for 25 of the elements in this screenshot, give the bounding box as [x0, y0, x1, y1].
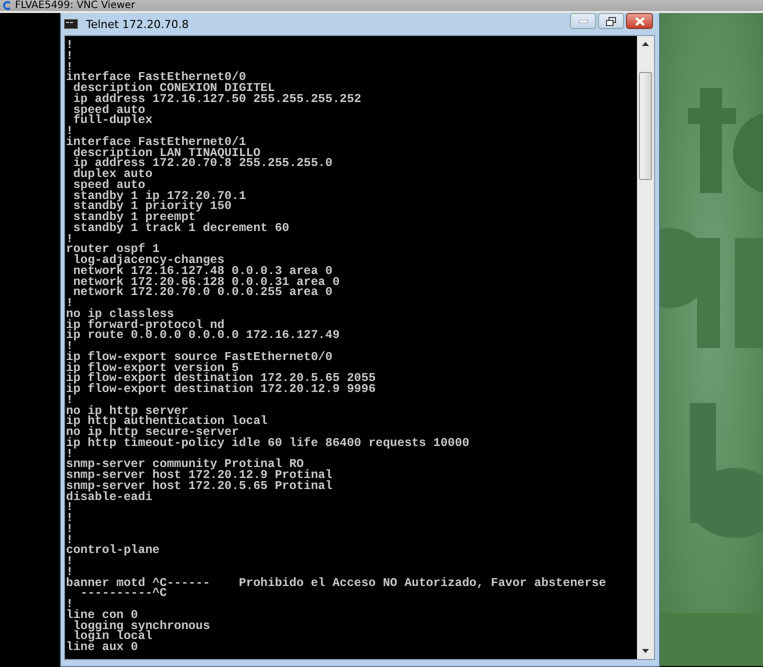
scrollbar[interactable] [637, 36, 654, 659]
console-line: standby 1 preempt [72, 210, 196, 224]
console-line: duplex auto [72, 167, 152, 181]
app-icon [2, 1, 11, 10]
console-line: description LAN TINAQUILLO [72, 146, 260, 160]
console-line: ! [66, 124, 74, 138]
console-icon [64, 19, 78, 29]
scroll-down-icon[interactable] [642, 649, 649, 653]
console-line: log-adjacency-changes [72, 253, 224, 267]
scroll-up-icon[interactable] [642, 42, 649, 46]
console-line: ! [66, 296, 74, 310]
restore-button[interactable] [598, 13, 624, 29]
close-icon [634, 16, 644, 26]
console-line: ! [66, 232, 74, 246]
viewer-title: FLVAE5499: VNC Viewer [15, 0, 136, 10]
console-line: network 172.20.70.0 0.0.0.255 area 0 [72, 285, 332, 300]
console-line: ----------^C [80, 586, 167, 600]
window-title: Telnet 172.20.70.8 [86, 18, 189, 30]
scroll-thumb[interactable] [639, 72, 652, 180]
restore-icon [606, 16, 616, 26]
console-line: full-duplex [72, 113, 152, 128]
console-line: ip forward-protocol nd [66, 318, 224, 332]
close-button[interactable] [626, 13, 653, 29]
minimize-icon [578, 20, 588, 22]
console-line: description CONEXION DIGITEL [72, 81, 275, 95]
